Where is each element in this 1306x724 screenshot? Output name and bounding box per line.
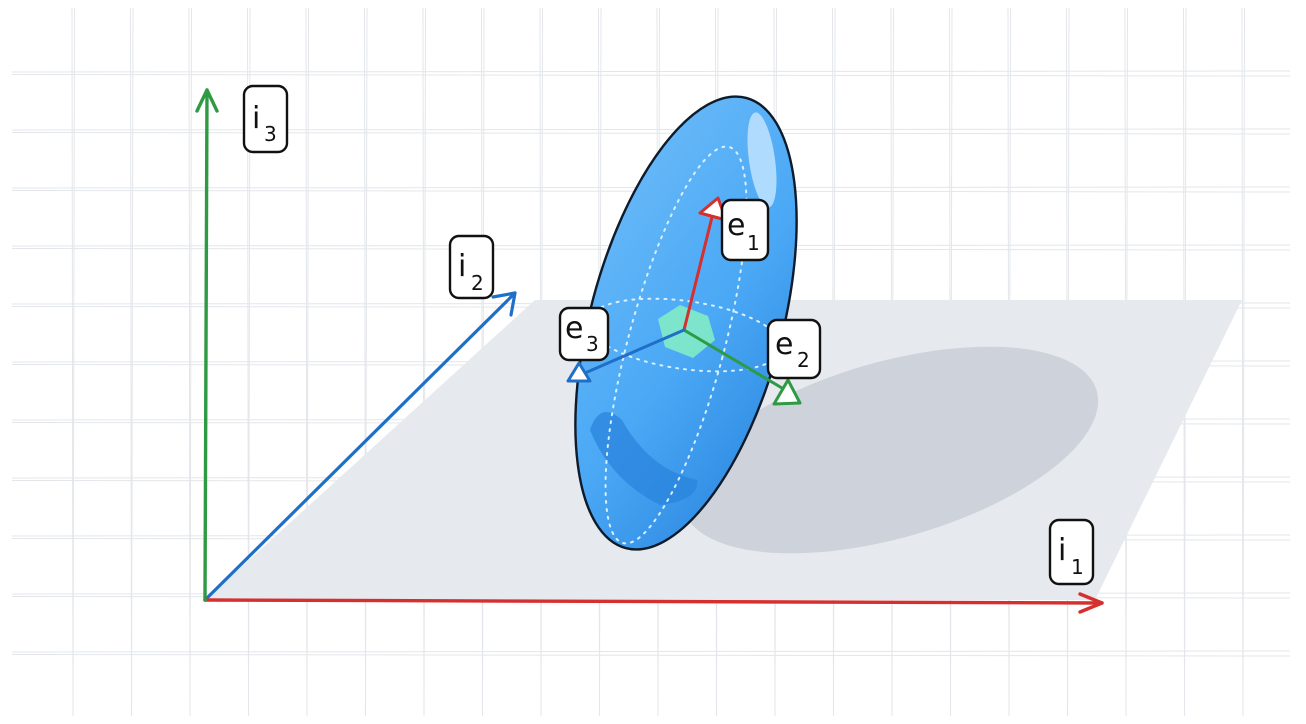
svg-text:e: e bbox=[727, 208, 745, 243]
label-i2: i 2 bbox=[448, 234, 495, 300]
grid-line-horizontal bbox=[11, 74, 1291, 77]
grid-line-horizontal bbox=[11, 70, 1291, 73]
svg-text:2: 2 bbox=[471, 271, 484, 295]
label-i3: i 3 bbox=[242, 84, 289, 154]
svg-text:e: e bbox=[775, 327, 793, 362]
svg-text:2: 2 bbox=[797, 348, 810, 372]
grid-line-horizontal bbox=[11, 132, 1291, 135]
svg-text:1: 1 bbox=[747, 231, 760, 255]
grid-line-horizontal bbox=[11, 128, 1291, 131]
label-e3: e 3 bbox=[558, 306, 610, 362]
grid-line-vertical bbox=[1242, 7, 1245, 717]
tensor-ellipsoid-diagram: i 3 i 2 i 1 e 1 e 2 e 3 bbox=[11, 7, 1291, 717]
grid-line-horizontal bbox=[11, 650, 1291, 653]
label-e1: e 1 bbox=[720, 198, 770, 262]
axis-i3-arrow bbox=[195, 88, 219, 602]
svg-text:i: i bbox=[458, 249, 466, 284]
label-e2: e 2 bbox=[766, 318, 822, 380]
svg-text:e: e bbox=[565, 311, 583, 346]
label-i1: i 1 bbox=[1048, 518, 1095, 586]
svg-text:3: 3 bbox=[586, 332, 599, 356]
svg-text:3: 3 bbox=[264, 122, 277, 146]
grid-line-horizontal bbox=[11, 654, 1291, 657]
svg-text:i: i bbox=[252, 101, 260, 136]
svg-text:i: i bbox=[1058, 533, 1066, 568]
svg-text:1: 1 bbox=[1071, 555, 1084, 579]
